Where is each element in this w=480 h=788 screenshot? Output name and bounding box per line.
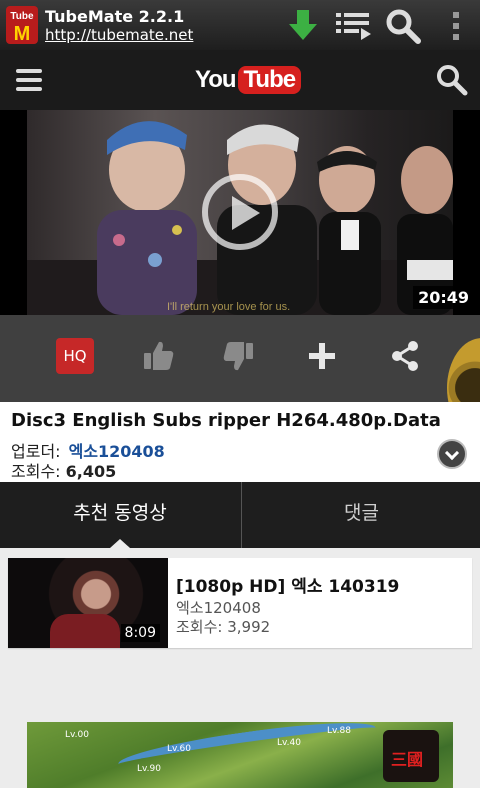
youtube-logo-tube: Tube <box>237 66 302 94</box>
play-button[interactable] <box>202 174 278 250</box>
views-row: 조회수: 6,405 <box>11 458 116 482</box>
play-icon <box>232 196 260 230</box>
thumbs-down-icon[interactable] <box>222 339 256 373</box>
tubemate-logo: Tube M <box>6 6 38 45</box>
menu-icon[interactable] <box>14 67 44 93</box>
youtube-header: You Tube <box>0 50 480 110</box>
related-video-views: 조회수: 3,992 <box>176 618 271 636</box>
content-tabs: 추천 동영상 댓글 <box>0 482 480 548</box>
related-video-thumbnail: 8:09 <box>8 558 168 648</box>
tubemate-title-bar: Tube M TubeMate 2.2.1 http://tubemate.ne… <box>0 0 480 50</box>
video-info: Disc3 English Subs ripper H264.480p.Data… <box>0 402 480 482</box>
overflow-menu-icon[interactable] <box>438 6 478 46</box>
expand-chevron-icon[interactable] <box>437 439 467 469</box>
ad-game-logo: 三國 <box>383 730 439 782</box>
ad-map-label: Lv.88 <box>327 726 351 736</box>
views-count: 6,405 <box>65 462 117 481</box>
hq-button[interactable]: HQ <box>56 338 94 374</box>
tab-comments[interactable]: 댓글 <box>241 482 480 548</box>
views-label: 조회수: <box>11 462 61 481</box>
tubemate-app: Tube M TubeMate 2.2.1 http://tubemate.ne… <box>0 0 480 788</box>
video-player[interactable]: I'll return your love for us. 20:49 <box>0 110 480 315</box>
ad-map-label: Lv.90 <box>137 764 161 774</box>
search-icon[interactable] <box>383 6 423 46</box>
active-tab-indicator <box>110 539 130 548</box>
ad-map-label: Lv.00 <box>65 730 89 740</box>
logo-text-tube: Tube <box>10 11 34 22</box>
related-video-uploader: 엑소120408 <box>176 599 261 617</box>
video-duration: 20:49 <box>413 286 474 309</box>
ad-image: Lv.00 Lv.60 Lv.90 Lv.40 Lv.88 三國 <box>27 722 453 788</box>
ad-map-label: Lv.40 <box>277 738 301 748</box>
download-arrow-icon[interactable] <box>283 6 323 46</box>
add-icon[interactable] <box>305 339 339 373</box>
ad-map-label: Lv.60 <box>167 744 191 754</box>
video-title: Disc3 English Subs ripper H264.480p.Data <box>11 410 441 431</box>
logo-text-m: M <box>14 23 31 44</box>
playlist-icon[interactable] <box>333 6 373 46</box>
related-video-duration: 8:09 <box>120 624 160 642</box>
ad-banner[interactable]: Lv.00 Lv.60 Lv.90 Lv.40 Lv.88 三國 <box>0 722 480 788</box>
related-video-item[interactable]: 8:09 [1080p HD] 엑소 140319 엑소120408 조회수: … <box>8 558 472 648</box>
share-icon[interactable] <box>388 339 422 373</box>
youtube-logo-you: You <box>195 66 237 93</box>
youtube-logo[interactable]: You Tube <box>195 63 302 97</box>
app-url-link[interactable]: http://tubemate.net <box>45 26 193 44</box>
thumbs-up-icon[interactable] <box>141 339 175 373</box>
video-subtitle: I'll return your love for us. <box>167 301 290 313</box>
app-title: TubeMate 2.2.1 <box>45 7 185 26</box>
related-video-title: [1080p HD] 엑소 140319 <box>176 577 400 597</box>
video-actions-bar: HQ <box>0 315 480 402</box>
youtube-search-icon[interactable] <box>434 62 468 96</box>
